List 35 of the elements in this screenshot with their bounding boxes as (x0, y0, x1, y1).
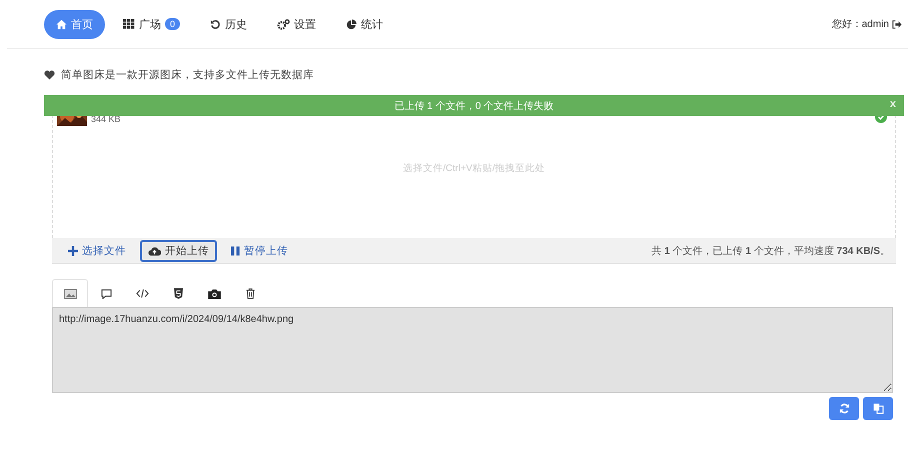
image-icon (64, 288, 76, 298)
nav-tab[interactable]: 设置 (265, 10, 328, 38)
comment-icon (100, 288, 112, 298)
plus-icon (68, 246, 78, 256)
history-icon (210, 18, 222, 30)
home-icon (56, 18, 67, 30)
greeting-text: 您好：admin (832, 18, 889, 31)
nav-tab[interactable]: 统计 (334, 10, 396, 38)
nav-tab[interactable]: 首页 (44, 10, 105, 38)
intro-text: 简单图床是一款开源图床，支持多文件上传无数据库 (61, 68, 314, 82)
pie-chart-icon (346, 18, 358, 30)
code-icon (136, 289, 148, 298)
link-textarea[interactable]: http://image.17huanzu.com/i/2024/09/14/k8e4hw.png (52, 307, 893, 393)
upload-action-button[interactable]: 暂停上传 (223, 240, 296, 262)
count-badge: 0 (165, 18, 180, 30)
html5-icon (174, 288, 182, 299)
upload-action-button[interactable]: 开始上传 (140, 240, 217, 262)
icon-button[interactable] (863, 397, 893, 420)
gears-icon (277, 18, 290, 30)
copy-icon (872, 403, 884, 414)
refresh-icon (838, 403, 850, 414)
icon-button[interactable] (829, 397, 859, 420)
upload-action-button[interactable]: 选择文件 (60, 240, 134, 262)
nav-tab[interactable]: 历史 (198, 10, 260, 38)
heart-icon (44, 70, 55, 80)
camera-icon (208, 288, 220, 298)
grid-icon (123, 19, 135, 29)
upload-stats: 共 1 个文件，已上传 1 个文件，平均速度 734 KB/S。 (652, 244, 890, 258)
logout-icon[interactable] (892, 20, 902, 28)
file-size: 344 KB (91, 114, 121, 124)
cloud-upload-icon (148, 246, 161, 256)
trash-icon (246, 288, 254, 299)
alert-message: 已上传 1 个文件，0 个文件上传失败 (394, 100, 554, 112)
nav-tab[interactable]: 广场 0 (111, 10, 192, 38)
pause-icon (231, 246, 240, 256)
